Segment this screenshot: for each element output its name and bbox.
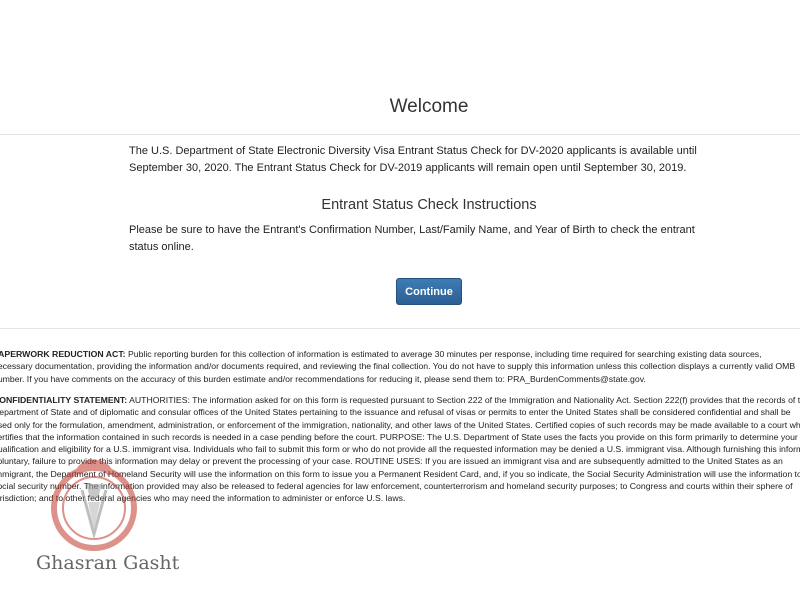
stamp-logo-icon	[51, 459, 137, 551]
paperwork-heading: PAPERWORK REDUCTION ACT:	[0, 349, 126, 359]
confidentiality-line: certifies that the information contained…	[0, 431, 798, 442]
paperwork-line: PAPERWORK REDUCTION ACT: Public reportin…	[0, 348, 800, 360]
paperwork-reduction-act: PAPERWORK REDUCTION ACT: Public reportin…	[0, 348, 800, 385]
confidentiality-line-text: AUTHORITIES: The information asked for o…	[127, 395, 800, 405]
continue-button[interactable]: Continue	[396, 278, 462, 305]
instructions-text: Please be sure to have the Entrant's Con…	[129, 224, 695, 253]
watermark-text: Ghasran Gasht	[36, 552, 180, 574]
top-divider	[0, 134, 800, 135]
page-title: Welcome	[389, 96, 469, 117]
confidentiality-line: Department of State and of diplomatic an…	[0, 407, 791, 418]
confidentiality-heading: CONFIDENTIALITY STATEMENT:	[0, 395, 128, 405]
paperwork-line: necessary documentation, providing the i…	[0, 361, 796, 372]
paperwork-line: number. If you have comments on the accu…	[0, 373, 646, 384]
confidentiality-line: CONFIDENTIALITY STATEMENT: AUTHORITIES: …	[0, 394, 800, 406]
page: Welcome The U.S. Department of State Ele…	[0, 0, 800, 600]
confidentiality-line: used only for the formulation, amendment…	[0, 419, 800, 430]
bottom-divider	[0, 328, 800, 329]
availability-notice: The U.S. Department of State Electronic …	[129, 145, 697, 174]
instructions-heading: Entrant Status Check Instructions	[321, 197, 537, 213]
paperwork-line-text: Public reporting burden for this collect…	[125, 349, 762, 359]
